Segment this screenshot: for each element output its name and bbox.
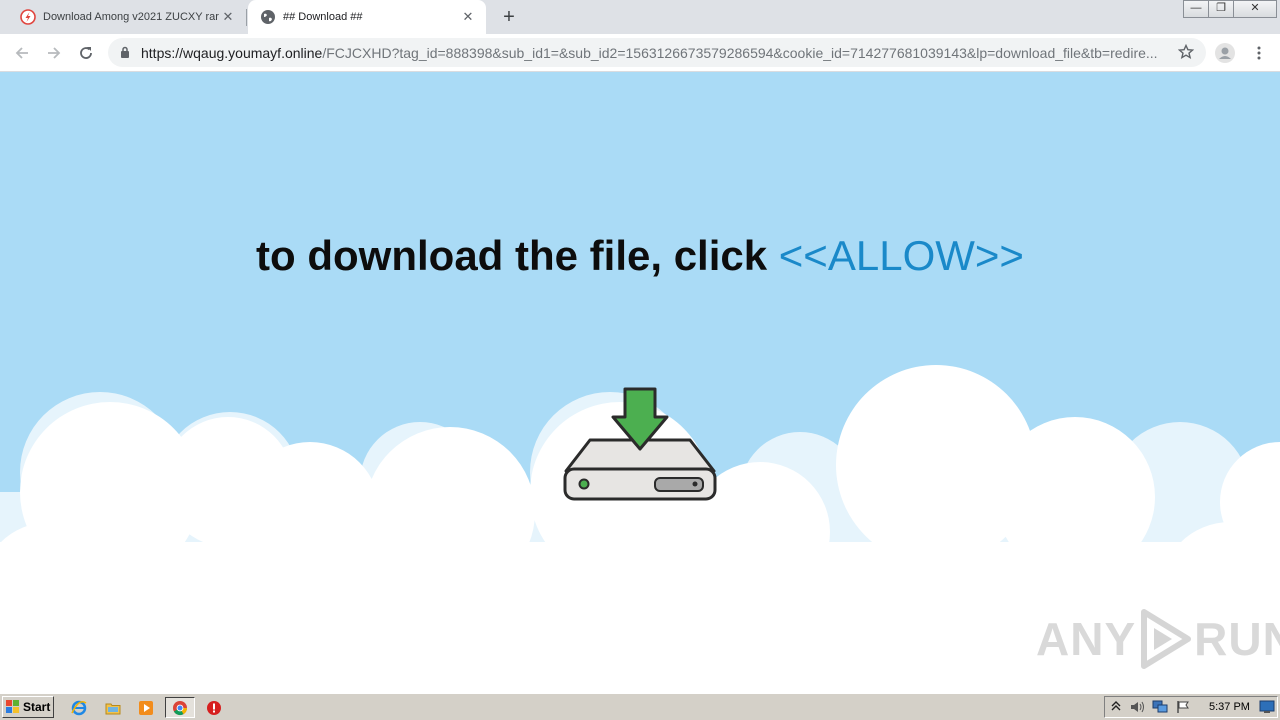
tab-close-icon[interactable]: ✕ (220, 9, 236, 25)
headline-text: to download the file, click <<ALLOW>> (0, 232, 1280, 280)
back-arrow-icon (15, 47, 28, 59)
kebab-menu-icon (1257, 46, 1261, 60)
tab-title: ## Download ## (283, 11, 363, 23)
hard-drive-download-icon (563, 387, 717, 501)
show-hidden-icon (1111, 701, 1121, 711)
stop-icon (207, 700, 221, 715)
web-page: to download the file, click <<ALLOW>> AN… (0, 72, 1280, 693)
tab-close-icon[interactable]: ✕ (460, 9, 476, 25)
tab-title: Download Among v2021 ZUCXY rar (43, 11, 219, 23)
desktop-icon (1259, 700, 1275, 713)
reload-icon (80, 47, 92, 59)
restore-button[interactable]: ❐ (1208, 0, 1234, 18)
network-button[interactable] (1152, 700, 1168, 715)
allow-callout: <<ALLOW>> (778, 232, 1024, 279)
explorer-taskbar-button[interactable] (102, 697, 124, 718)
clock[interactable]: 5:37 PM (1209, 701, 1250, 713)
menu-button[interactable] (1248, 42, 1270, 64)
flag-icon (1177, 701, 1189, 713)
taskbar: Start 5:37 PM (0, 693, 1280, 720)
start-button[interactable]: Start (2, 696, 54, 718)
media-player-taskbar-button[interactable] (135, 697, 157, 718)
address-bar[interactable]: https://wqaug.youmayf.online/FCJCXHD?tag… (108, 38, 1206, 67)
url-path: /FCJCXHD?tag_id=888398&sub_id1=&sub_id2=… (322, 45, 1158, 61)
bookmark-star-icon[interactable] (1178, 44, 1194, 60)
security-taskbar-button[interactable] (203, 697, 225, 718)
windows-flag-icon (6, 700, 19, 713)
volume-button[interactable] (1129, 700, 1145, 715)
lock-icon[interactable] (120, 46, 130, 59)
action-center-button[interactable] (1175, 700, 1191, 715)
tab-separator (246, 9, 247, 26)
tab-strip: Download Among v2021 ZUCXY rar ✕ ## Down… (0, 0, 1280, 34)
new-tab-button[interactable]: + (498, 6, 520, 28)
show-desktop-button[interactable] (1259, 700, 1275, 715)
url-host: https://wqaug.youmayf.online (141, 45, 323, 61)
browser-toolbar: https://wqaug.youmayf.online/FCJCXHD?tag… (0, 34, 1280, 72)
back-button[interactable] (11, 42, 33, 64)
reload-button[interactable] (75, 42, 97, 64)
folder-icon (105, 703, 121, 714)
red-site-favicon-icon (20, 9, 36, 25)
watermark-right: RUN (1194, 613, 1280, 665)
clouds-background (0, 365, 1280, 693)
watermark-left: ANY (1036, 613, 1137, 665)
volume-icon (1131, 701, 1144, 713)
globe-icon (261, 10, 275, 24)
profile-button[interactable] (1214, 42, 1236, 64)
forward-arrow-icon (48, 47, 61, 59)
show-hidden-icons-button[interactable] (1108, 700, 1124, 715)
network-icon (1152, 700, 1168, 713)
minimize-button[interactable]: — (1183, 0, 1209, 18)
media-player-icon (139, 700, 153, 715)
tab-download-active[interactable]: ## Download ## ✕ (248, 0, 486, 34)
forward-button[interactable] (43, 42, 65, 64)
start-label: Start (23, 700, 51, 714)
ie-taskbar-button[interactable] (68, 697, 90, 718)
play-logo-icon (1141, 609, 1192, 669)
system-tray: 5:37 PM (1104, 696, 1278, 718)
close-window-button[interactable]: ✕ (1233, 0, 1277, 18)
ie-icon (71, 700, 87, 715)
chrome-taskbar-button[interactable] (165, 697, 195, 718)
tab-download-among[interactable]: Download Among v2021 ZUCXY rar ✕ (8, 0, 246, 34)
chrome-icon (173, 700, 188, 715)
headline-main: to download the file, click (256, 232, 779, 279)
url-text[interactable]: https://wqaug.youmayf.online/FCJCXHD?tag… (141, 45, 1171, 61)
anyrun-watermark: ANY RUN (1036, 608, 1280, 670)
avatar-icon (1215, 43, 1235, 63)
